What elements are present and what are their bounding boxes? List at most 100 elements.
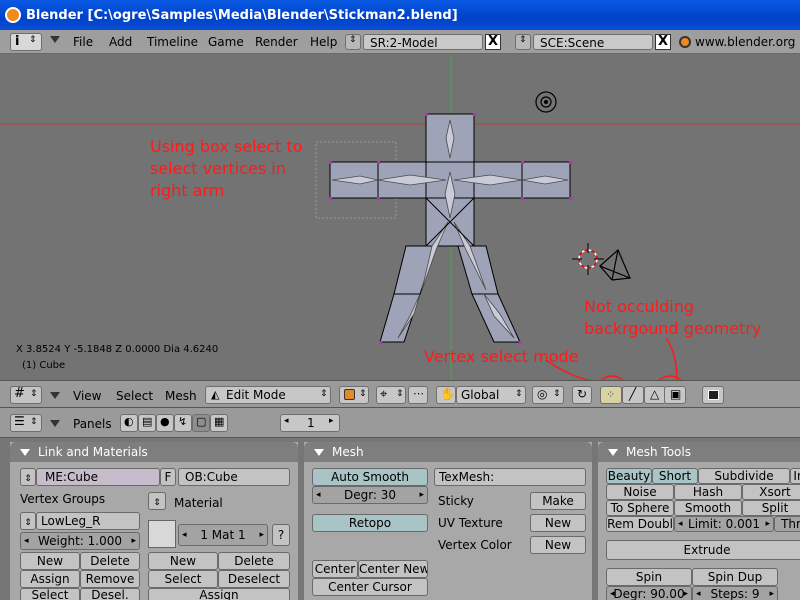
scene-delete-button[interactable]: X [655,34,671,50]
manipulator-hand-button[interactable]: ✋ [436,386,456,404]
auto-smooth-degree-field[interactable]: ◂ Degr: 30 ▸ [312,486,428,504]
spin-button[interactable]: Spin [606,568,692,586]
material-help-button[interactable]: ? [272,524,290,546]
snap-button[interactable]: ↻ [572,386,592,404]
material-browse-button[interactable]: ⇕ [148,492,166,510]
orientation-select[interactable]: Global ⇕ [456,386,526,404]
scene-name-field[interactable]: SCE:Scene [533,34,653,50]
website-link[interactable]: www.blender.org 2 [695,35,800,49]
3d-viewport[interactable]: Using box select to select vertices in r… [0,54,800,380]
threshold-field[interactable]: Thr [774,516,800,532]
screen-delete-button[interactable]: X [485,34,501,50]
center-new-button[interactable]: Center New [358,560,428,578]
info-window-type-button[interactable]: i ⇕ [10,33,42,51]
face-select-mode-button[interactable]: △ [644,386,666,404]
collapse-header-icon[interactable] [50,420,60,427]
editing-context-button[interactable]: ▢ [192,414,210,432]
buttons-window-type-button[interactable]: ☰ ⇕ [10,414,42,432]
hash-button[interactable]: Hash [674,484,742,500]
screen-name-field[interactable]: SR:2-Model [363,34,483,50]
edge-select-mode-button[interactable]: ╱ [622,386,644,404]
split-button[interactable]: Split [742,500,800,516]
menu-help[interactable]: Help [310,35,337,49]
spin-dup-button[interactable]: Spin Dup [692,568,778,586]
scene-browse-button[interactable]: ⇕ [515,34,531,50]
menu-add[interactable]: Add [109,35,132,49]
collapse-header-icon[interactable] [50,36,60,43]
weight-slider[interactable]: ◂ Weight: 1.000 ▸ [20,532,140,550]
shading-icon: ● [160,415,170,428]
vgroup-new-button[interactable]: New [20,552,80,570]
vertex-color-new-button[interactable]: New [530,536,586,554]
menu-game[interactable]: Game [208,35,244,49]
material-index-field[interactable]: ◂ 1 Mat 1 ▸ [178,524,268,546]
retopo-toggle[interactable]: Retopo [312,514,428,532]
short-toggle[interactable]: Short [652,468,698,484]
cursor-coords: X 3.8524 Y -5.1848 Z 0.0000 Dia 4.6240 [16,344,219,355]
scene-context-button[interactable]: ▦ [210,414,228,432]
auto-smooth-toggle[interactable]: Auto Smooth [312,468,428,486]
menu-select[interactable]: Select [116,389,153,403]
pivot-align-button[interactable]: ⋯ [408,386,428,404]
vertex-mode-icon: ⁘ [606,388,616,401]
shading-context-button[interactable]: ● [156,414,174,432]
render-preview-button[interactable] [702,386,724,404]
vertex-select-mode-button[interactable]: ⁘ [600,386,622,404]
vgroup-deselect-button[interactable]: Desel. [80,588,140,600]
material-assign-button[interactable]: Assign [148,588,290,600]
material-deselect-button[interactable]: Deselect [218,570,290,588]
mesh-name-field[interactable]: ME:Cube [36,468,160,486]
subdivide-button[interactable]: Subdivide [698,468,790,484]
occlude-geometry-button[interactable]: ▣ [664,386,686,404]
fake-user-button[interactable]: F [160,468,176,486]
mode-select[interactable]: ◭ Edit Mode ⇕ [205,386,331,404]
remove-doubles-button[interactable]: Rem Doubl [606,516,674,532]
vgroup-delete-button[interactable]: Delete [80,552,140,570]
limit-field[interactable]: ◂ Limit: 0.001 ▸ [674,516,774,532]
collapse-header-icon[interactable] [50,392,60,399]
material-delete-button[interactable]: Delete [218,552,290,570]
menu-render[interactable]: Render [255,35,298,49]
pivot-select[interactable]: ⌖ ⇕ [376,386,406,404]
view-window-type-button[interactable]: # ⇕ [10,386,42,404]
vgroup-select-button[interactable]: Select [20,588,80,600]
vgroup-browse-button[interactable]: ⇕ [20,512,36,530]
material-color-swatch[interactable] [148,520,176,548]
uv-texture-new-button[interactable]: New [530,514,586,532]
sticky-make-button[interactable]: Make [530,492,586,510]
center-cursor-button[interactable]: Center Cursor [312,578,428,596]
logic-context-button[interactable]: ◐ [120,414,138,432]
texmesh-field[interactable]: TexMesh: [434,468,586,486]
menu-view[interactable]: View [73,389,101,403]
spin-degree-field[interactable]: ◂ Degr: 90.00 ▸ [606,586,692,600]
vgroup-remove-button[interactable]: Remove [80,570,140,588]
to-sphere-button[interactable]: To Sphere [606,500,674,516]
mesh-browse-button[interactable]: ⇕ [20,468,36,486]
spin-steps-field[interactable]: ◂ Steps: 9 ▸ [692,586,778,600]
noise-button[interactable]: Noise [606,484,674,500]
innervert-button[interactable]: In [790,468,800,484]
panel-header-mesh[interactable]: Mesh [304,442,592,462]
menu-file[interactable]: File [73,35,93,49]
panel-header-mesh-tools[interactable]: Mesh Tools [598,442,800,462]
screen-browse-button[interactable]: ⇕ [345,34,361,50]
smooth-button[interactable]: Smooth [674,500,742,516]
object-name-field[interactable]: OB:Cube [178,468,290,486]
menu-timeline[interactable]: Timeline [147,35,198,49]
menu-mesh[interactable]: Mesh [165,389,197,403]
vgroup-name-field[interactable]: LowLeg_R [36,512,140,530]
draw-type-select[interactable]: ⇕ [339,386,369,404]
panel-collapse-icon [20,449,30,456]
beauty-toggle[interactable]: Beauty [606,468,652,484]
object-context-button[interactable]: ↯ [174,414,192,432]
xsort-button[interactable]: Xsort [742,484,800,500]
frame-number-field[interactable]: ◂ 1 ▸ [280,414,340,432]
material-select-button[interactable]: Select [148,570,218,588]
center-button[interactable]: Center [312,560,358,578]
material-new-button[interactable]: New [148,552,218,570]
proportional-edit-select[interactable]: ◎ ⇕ [532,386,564,404]
script-context-button[interactable]: ▤ [138,414,156,432]
vgroup-assign-button[interactable]: Assign [20,570,80,588]
extrude-button[interactable]: Extrude [606,540,800,560]
panel-header-link-materials[interactable]: Link and Materials [10,442,298,462]
